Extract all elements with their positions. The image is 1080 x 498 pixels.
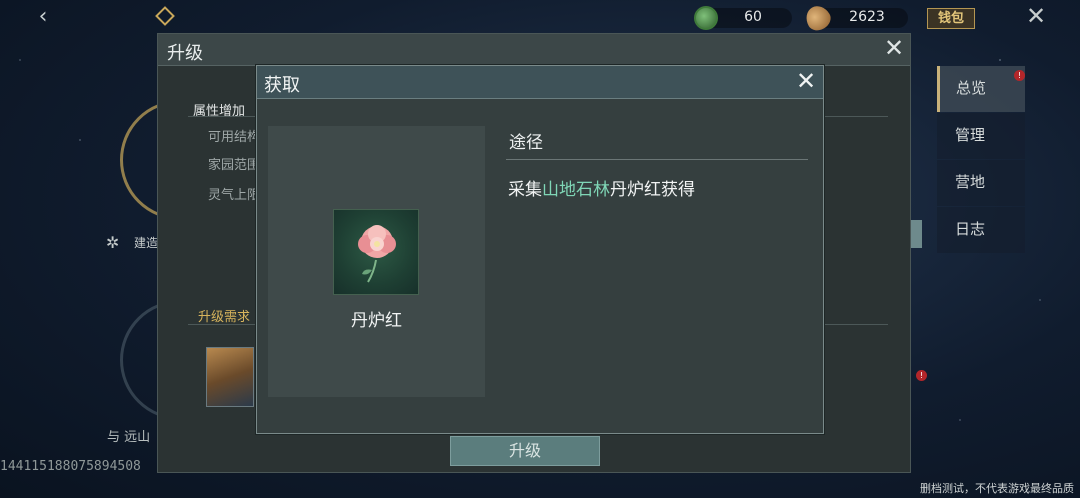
- yu-label: 与 远山: [107, 430, 151, 445]
- route-title: 途径: [509, 133, 543, 153]
- build-gear-icon: ✲: [106, 233, 120, 252]
- peony-flower-icon: [333, 209, 419, 295]
- jade-coin-icon: [694, 6, 718, 30]
- attr-item: 可用结构: [208, 130, 258, 145]
- wallet-button[interactable]: 钱包: [927, 8, 975, 29]
- close-icon: ✕: [795, 67, 817, 95]
- attr-item: 灵气上限: [208, 188, 258, 203]
- top-bar: ‹ 60 2623 钱包 ✕: [0, 0, 1080, 35]
- chevron-left-icon: ‹: [38, 4, 48, 29]
- diamond-icon[interactable]: [155, 6, 175, 26]
- build-label: 建造: [134, 236, 159, 250]
- close-icon: ✕: [883, 34, 905, 62]
- obtain-title: 获取: [264, 75, 300, 96]
- alert-badge: !: [1014, 70, 1025, 81]
- seed-icon: [801, 1, 835, 35]
- upgrade-header: 升级 ✕: [158, 34, 910, 66]
- upgrade-close-button[interactable]: ✕: [882, 34, 906, 62]
- route-location-link[interactable]: 山地石林: [542, 180, 610, 200]
- upgrade-title: 升级: [167, 43, 203, 64]
- top-close-button[interactable]: ✕: [1024, 2, 1048, 30]
- route-prefix: 采集: [508, 180, 542, 200]
- obtain-dialog: 获取 ✕ 丹炉红 途径 采集山地石林丹炉红获得: [256, 65, 824, 434]
- side-scroll-handle[interactable]: [910, 220, 922, 248]
- item-card: 丹炉红: [268, 126, 485, 397]
- nav-item-log[interactable]: 日志: [937, 207, 1025, 253]
- item-name: 丹炉红: [351, 311, 402, 331]
- route-suffix: 丹炉红获得: [610, 180, 695, 200]
- nav-item-camp[interactable]: 营地: [937, 160, 1025, 206]
- right-nav: 总览 ! 管理 营地 日志: [937, 66, 1025, 254]
- currency-seed: 2623: [801, 1, 908, 35]
- requirement-title: 升级需求: [198, 310, 251, 325]
- requirement-item-icon[interactable]: [206, 347, 254, 407]
- route-text[interactable]: 采集山地石林丹炉红获得: [508, 175, 695, 200]
- back-button[interactable]: ‹: [30, 6, 56, 30]
- nav-item-label: 营地: [955, 173, 986, 191]
- currency-jade: 60: [694, 6, 792, 30]
- obtain-header: 获取 ✕: [257, 66, 823, 99]
- nav-item-manage[interactable]: 管理: [937, 113, 1025, 159]
- alert-badge: !: [916, 370, 927, 381]
- divider: [506, 159, 808, 160]
- nav-item-label: 管理: [955, 126, 986, 144]
- test-disclaimer: 删档测试，不代表游戏最终品质: [920, 482, 1074, 495]
- nav-item-label: 总览: [956, 79, 987, 97]
- nav-item-label: 日志: [955, 220, 986, 238]
- obtain-close-button[interactable]: ✕: [794, 67, 818, 95]
- attr-item: 家园范围: [208, 158, 258, 173]
- upgrade-button[interactable]: 升级: [450, 436, 600, 466]
- close-icon: ✕: [1025, 2, 1047, 30]
- currency-jade-value: 60: [744, 9, 762, 25]
- player-id-text: 144115188075894508: [0, 459, 141, 474]
- nav-item-overview[interactable]: 总览 !: [937, 66, 1025, 112]
- currency-seed-value: 2623: [849, 9, 885, 25]
